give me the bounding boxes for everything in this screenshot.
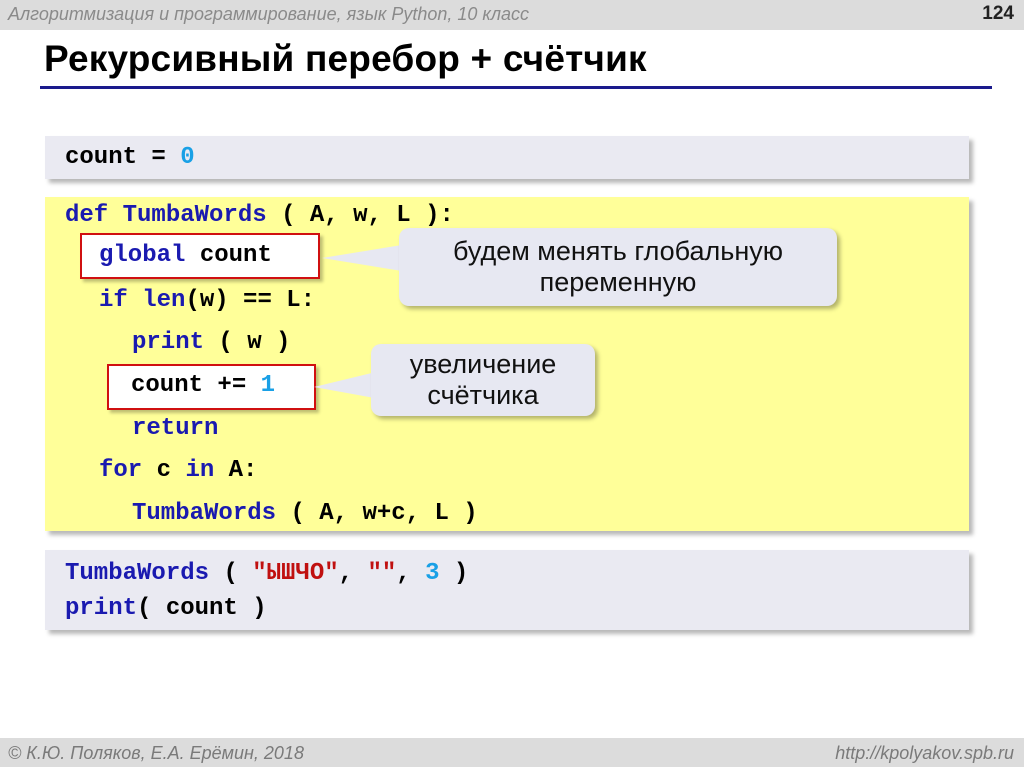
- builtin-len: len: [142, 287, 186, 314]
- call-function-name: TumbaWords: [65, 560, 210, 587]
- code-number: 0: [180, 144, 195, 171]
- increment-expr: count +=: [131, 372, 261, 399]
- footer-bar: © К.Ю. Поляков, Е.А. Ерёмин, 2018 http:/…: [0, 738, 1024, 767]
- callout-global-note: будем менять глобальную переменную: [399, 228, 837, 306]
- call-close-paren: ): [453, 560, 469, 587]
- code-block-init: count = 0: [45, 136, 969, 179]
- call-comma-2: ,: [396, 560, 411, 587]
- increment-number: 1: [260, 372, 276, 399]
- code-line-for: for c in A:: [99, 458, 257, 484]
- code-line-def: def TumbaWords ( A, w, L ):: [65, 203, 454, 229]
- global-var: count: [199, 242, 272, 269]
- callout-global-text: будем менять глобальную переменную: [452, 236, 784, 297]
- header-bar: Алгоритмизация и программирование, язык …: [0, 0, 1024, 30]
- slide-title: Рекурсивный перебор + счётчик: [44, 38, 647, 79]
- call-string-letters: "ЫШЧО": [252, 560, 339, 587]
- callout-global-tail: [322, 244, 408, 272]
- print-args: ( w ): [218, 329, 291, 356]
- recursive-args: ( A, w+c, L ): [290, 500, 478, 527]
- code-line-print: print ( w ): [132, 330, 290, 356]
- code-block-call: TumbaWords ( "ЫШЧО", "", 3 ) print( coun…: [45, 550, 969, 630]
- title-divider: [40, 86, 992, 89]
- code-line-recursive-call: TumbaWords ( A, w+c, L ): [132, 501, 478, 527]
- code-op: =: [151, 144, 166, 171]
- callout-counter-text: увеличение счётчика: [409, 349, 557, 410]
- call-print-args: ( count ): [137, 595, 267, 622]
- code-line-if: if len(w) == L:: [99, 288, 315, 314]
- call-open-paren: (: [223, 560, 238, 587]
- keyword-global: global: [99, 242, 186, 269]
- keyword-in: in: [185, 457, 215, 484]
- if-condition: (w) == L:: [185, 287, 316, 314]
- code-var: count: [65, 144, 138, 171]
- keyword-if: if: [99, 287, 128, 314]
- code-line-increment: count += 1: [131, 373, 275, 399]
- footer-site-link[interactable]: http://kpolyakov.spb.ru: [835, 743, 1014, 764]
- function-args: ( A, w, L ):: [281, 202, 454, 229]
- call-comma-1: ,: [338, 560, 354, 587]
- code-line-init: count = 0: [65, 145, 195, 171]
- code-line-global: global count: [99, 243, 272, 269]
- loop-var: c: [156, 457, 172, 484]
- keyword-return: return: [132, 415, 219, 442]
- builtin-print: print: [132, 329, 205, 356]
- course-subject: Алгоритмизация и программирование, язык …: [8, 4, 530, 24]
- footer-copyright: © К.Ю. Поляков, Е.А. Ерёмин, 2018: [8, 743, 304, 763]
- keyword-def: def: [65, 202, 109, 229]
- keyword-for: for: [99, 457, 143, 484]
- call-number: 3: [425, 560, 440, 587]
- slide-number: 124: [982, 3, 1014, 24]
- function-name: TumbaWords: [122, 202, 267, 229]
- call-string-empty: "": [367, 560, 397, 587]
- callout-counter-note: увеличение счётчика: [371, 344, 595, 416]
- recursive-function-name: TumbaWords: [132, 500, 277, 527]
- code-line-print-count: print( count ): [65, 596, 267, 622]
- call-print: print: [65, 595, 138, 622]
- code-line-call: TumbaWords ( "ЫШЧО", "", 3 ): [65, 561, 468, 587]
- code-line-return: return: [132, 416, 218, 442]
- loop-iterable: A:: [228, 457, 258, 484]
